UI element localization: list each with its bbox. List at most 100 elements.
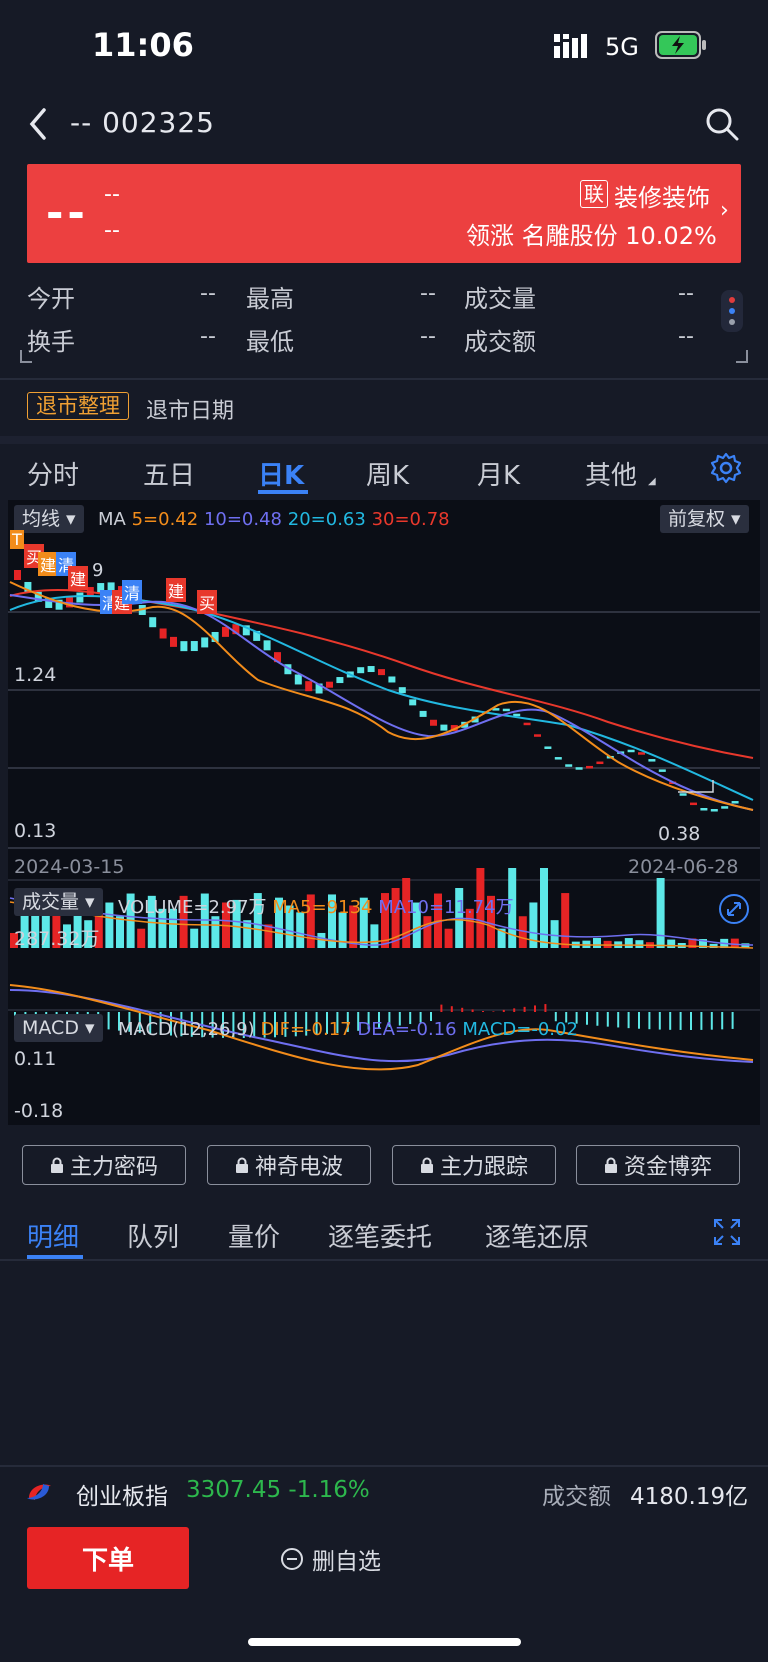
- candle: [336, 677, 344, 684]
- candle: [721, 806, 729, 809]
- macd-bar: [107, 1012, 110, 1030]
- macd-bar: [461, 1007, 464, 1012]
- signal-icon: [554, 34, 587, 58]
- tool-main-force-code[interactable]: 主力密码: [22, 1145, 186, 1185]
- marker-t[interactable]: T: [10, 530, 24, 549]
- stat-value-amount: --: [678, 324, 694, 349]
- candle: [700, 807, 708, 811]
- macd-bar: [534, 1005, 536, 1012]
- remove-favorite-label: 删自选: [312, 1549, 381, 1575]
- candle: [440, 724, 448, 731]
- volume-bar: [105, 902, 114, 948]
- remove-favorite-button[interactable]: 删自选: [280, 1542, 381, 1576]
- macd-bar: [596, 1012, 599, 1026]
- macd-bar: [648, 1012, 651, 1030]
- price-axis-top: 1.24: [14, 664, 57, 686]
- candle: [658, 769, 666, 772]
- tab-other[interactable]: 其他: [585, 455, 637, 492]
- lock-icon: [420, 1157, 433, 1173]
- volume-bar: [423, 916, 432, 948]
- tab-monthly-k[interactable]: 月K: [477, 455, 520, 492]
- last-price-label: 0.38: [658, 823, 701, 845]
- divider: [0, 1465, 768, 1467]
- volume-bar: [137, 928, 146, 948]
- order-button[interactable]: 下单: [27, 1527, 189, 1589]
- candle: [690, 802, 697, 806]
- delist-tag: 退市整理: [27, 392, 129, 420]
- volume-legend: VOLUME=2.97万 MA5=9134 MA10=11.74万: [118, 893, 514, 919]
- macd-bar: [669, 1012, 672, 1030]
- macd-bar: [450, 1006, 453, 1012]
- index-value: 3307.45 -1.16%: [186, 1477, 370, 1503]
- marker-clear-3[interactable]: 清: [122, 580, 143, 604]
- volume-bar: [116, 916, 124, 948]
- divider: [0, 378, 768, 380]
- stat-label-high: 最高: [246, 285, 294, 313]
- search-icon[interactable]: [704, 106, 740, 142]
- page-title: -- 002325: [70, 106, 215, 139]
- tool-main-force-tracking[interactable]: 主力跟踪: [392, 1145, 556, 1185]
- volume-bar: [540, 868, 548, 948]
- tab-five-day[interactable]: 五日: [143, 455, 195, 492]
- marker-build-4[interactable]: 建: [166, 578, 187, 602]
- date-start: 2024-03-15: [14, 856, 125, 878]
- index-name[interactable]: 创业板指: [76, 1477, 168, 1511]
- battery-icon: [655, 31, 706, 59]
- rotate-icon[interactable]: [718, 893, 750, 925]
- candle: [710, 809, 718, 812]
- more-dots-icon[interactable]: [721, 290, 743, 332]
- lock-icon: [50, 1157, 63, 1173]
- minus-circle-icon: [281, 1548, 303, 1570]
- index-amount-label: 成交额: [542, 1484, 611, 1510]
- chevron-right-icon[interactable]: ›: [720, 198, 729, 223]
- tab-timeshare[interactable]: 分时: [27, 455, 79, 492]
- candle: [596, 761, 604, 765]
- index-logo-icon: [27, 1484, 51, 1500]
- volume-value: VOLUME=2.97万: [118, 897, 267, 918]
- marker-buy-2[interactable]: 买: [197, 590, 218, 614]
- tab-tick-restore[interactable]: 逐笔还原: [485, 1217, 589, 1254]
- candle: [326, 681, 333, 688]
- back-arrow-icon[interactable]: [24, 104, 54, 144]
- macd-bar: [627, 1012, 630, 1029]
- tool-label: 主力跟踪: [439, 1155, 528, 1180]
- tool-magic-wave[interactable]: 神奇电波: [207, 1145, 371, 1185]
- tool-label: 主力密码: [69, 1155, 158, 1180]
- marker-build-2[interactable]: 建: [68, 566, 89, 590]
- stat-value-volume: --: [678, 281, 694, 306]
- tab-underline: [258, 490, 308, 494]
- status-time: 11:06: [92, 26, 194, 64]
- gear-icon[interactable]: [710, 452, 742, 484]
- candle: [544, 746, 552, 749]
- volume-bar: [190, 928, 199, 948]
- volume-bar: [593, 938, 601, 948]
- macd-indicator-button[interactable]: MACD ▾: [14, 1014, 103, 1042]
- candle: [76, 592, 84, 603]
- candle: [409, 699, 417, 706]
- candle: [357, 667, 365, 674]
- tab-queue[interactable]: 队列: [127, 1217, 179, 1254]
- tab-volume-price[interactable]: 量价: [228, 1217, 280, 1254]
- fullscreen-icon[interactable]: [713, 1218, 741, 1246]
- sector-name[interactable]: 装修装饰: [614, 178, 710, 213]
- tab-detail[interactable]: 明细: [27, 1217, 79, 1254]
- tab-other-caret-icon: ◢: [648, 476, 656, 487]
- tab-daily-k[interactable]: 日K: [258, 455, 304, 492]
- tab-weekly-k[interactable]: 周K: [366, 455, 409, 492]
- marker-build[interactable]: 建: [38, 552, 59, 576]
- candle: [575, 767, 583, 770]
- macd-bar: [721, 1012, 724, 1030]
- lock-icon: [235, 1157, 248, 1173]
- candle: [180, 641, 188, 652]
- caret-down-icon: ▾: [78, 1017, 95, 1039]
- candle: [367, 666, 375, 673]
- macd-bar: [700, 1012, 703, 1030]
- candle: [430, 719, 437, 726]
- expand-corners[interactable]: [20, 350, 748, 364]
- macd-indicator-label: MACD: [22, 1017, 79, 1039]
- volume-indicator-button[interactable]: 成交量 ▾: [14, 888, 103, 916]
- linked-tag: 联: [580, 180, 608, 208]
- tool-capital-game[interactable]: 资金博弈: [576, 1145, 740, 1185]
- candle: [565, 764, 573, 767]
- tab-tick-orders[interactable]: 逐笔委托: [328, 1217, 432, 1254]
